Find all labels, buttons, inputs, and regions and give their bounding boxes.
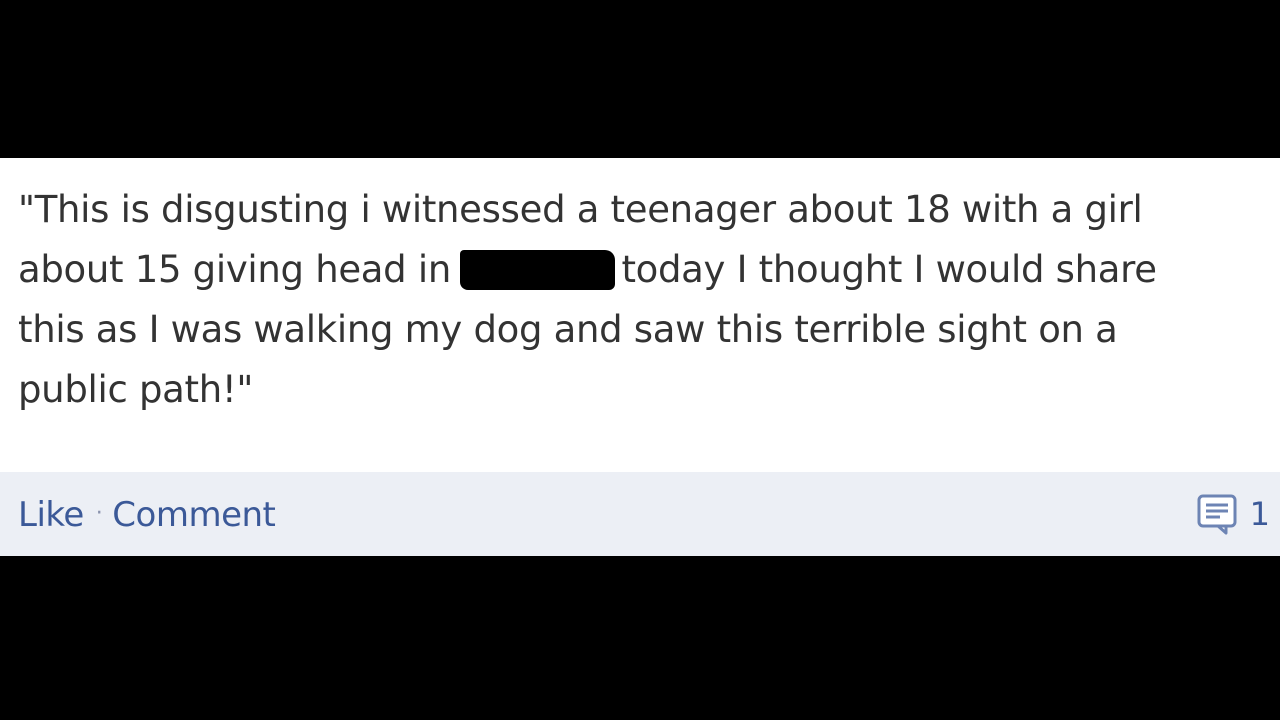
post-text: "This is disgusting i witnessed a teenag… [18, 180, 1258, 420]
like-link[interactable]: Like [18, 495, 84, 535]
facebook-post: "This is disgusting i witnessed a teenag… [0, 158, 1280, 556]
letterbox-frame: "This is disgusting i witnessed a teenag… [0, 0, 1280, 720]
post-action-bar: Like · Comment 1 [0, 472, 1280, 556]
redaction-mark [460, 250, 616, 290]
post-actions: Like · Comment [18, 494, 276, 535]
post-text-line: about 15 giving head in today I thought … [18, 240, 1258, 300]
post-text-line: this as I was walking my dog and saw thi… [18, 308, 1118, 351]
post-text-line: "This is disgusting i witnessed a teenag… [18, 188, 1143, 231]
post-text-line: public path!" [18, 368, 254, 411]
comment-count-number: 1 [1249, 495, 1270, 533]
post-text-segment: today I thought I would share [621, 248, 1157, 291]
comment-link[interactable]: Comment [112, 495, 276, 535]
comment-count[interactable]: 1 [1196, 494, 1270, 535]
comment-bubble-icon [1197, 494, 1237, 535]
action-separator: · [95, 501, 103, 526]
post-text-segment: about 15 giving head in [18, 248, 451, 291]
